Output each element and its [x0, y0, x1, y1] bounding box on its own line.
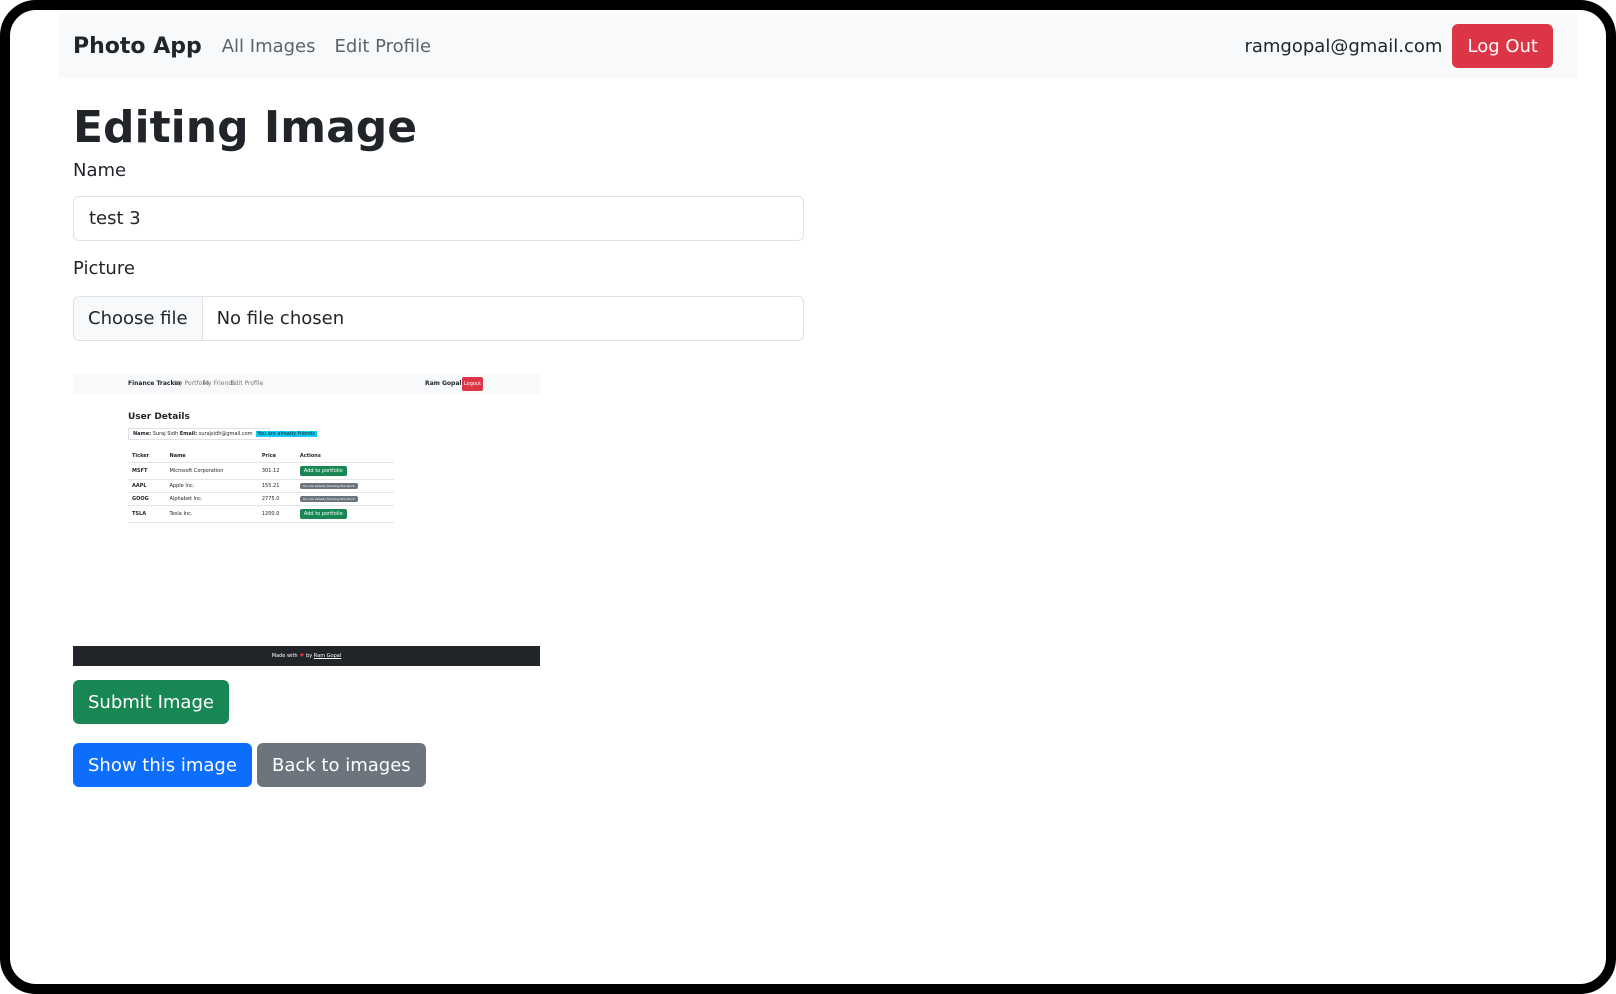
bottom-divider — [22, 984, 1602, 986]
preview-table-row: TSLA Tesla Inc. 1200.0 Add to portfolio — [128, 505, 394, 523]
app-window: Photo App All Images Edit Profile ramgop… — [0, 0, 1616, 994]
user-email: ramgopal@gmail.com — [1244, 35, 1443, 57]
image-preview: Finance Tracker My Portfolio My Friends … — [73, 374, 540, 666]
preview-title: User Details — [128, 412, 190, 422]
name-input[interactable]: test 3 — [73, 196, 804, 241]
preview-user: Ram Gopal — [425, 380, 462, 387]
preview-cell-ticker: TSLA — [128, 505, 166, 523]
preview-tracking-badge: You are already tracking this stock — [299, 496, 358, 502]
preview-logout-button: Logout — [462, 377, 483, 391]
preview-table-row: GOOG Alphabet Inc. 2775.0 You are already t… — [128, 492, 394, 506]
file-status: No file chosen — [216, 308, 345, 329]
preview-tracking-badge: You are already tracking this stock — [299, 483, 358, 489]
navbar: Photo App All Images Edit Profile ramgop… — [59, 14, 1577, 78]
submit-image-button[interactable]: Submit Image — [73, 680, 229, 724]
preview-add-button: Add to portfolio — [299, 466, 347, 476]
preview-nav-link: Edit Profile — [231, 380, 264, 387]
preview-cell-price: 155.21 — [257, 479, 296, 493]
nav-link-all-images[interactable]: All Images — [222, 36, 316, 57]
name-label: Name — [73, 160, 127, 181]
page-title: Editing Image — [73, 102, 418, 153]
preview-cell-price: 301.12 — [257, 462, 296, 480]
preview-user-email: surajsidh@gmail.com — [198, 431, 253, 437]
preview-table-header: Ticker Name Price Actions — [128, 450, 394, 463]
preview-cell-name: Apple Inc. — [165, 479, 258, 493]
preview-user-name: Suraj Sidh — [152, 431, 179, 437]
nav-link-edit-profile[interactable]: Edit Profile — [335, 36, 432, 57]
show-image-button[interactable]: Show this image — [73, 743, 252, 787]
preview-friend-badge: You are already friends — [255, 431, 317, 437]
preview-cell-action: Add to portfolio — [295, 462, 394, 480]
preview-navbar: Finance Tracker My Portfolio My Friends … — [73, 374, 540, 394]
preview-cell-name: Microsoft Corporation — [165, 462, 258, 480]
choose-file-button[interactable]: Choose file — [74, 297, 203, 340]
preview-table-row: MSFT Microsoft Corporation 301.12 Add to po… — [128, 462, 394, 480]
preview-cell-action: You are already tracking this stock — [295, 492, 394, 506]
preview-col-actions: Actions — [295, 450, 394, 463]
preview-cell-price: 1200.0 — [257, 505, 296, 523]
preview-footer: Made with ♥ by Ram Gopal — [73, 646, 540, 666]
logout-button[interactable]: Log Out — [1452, 24, 1553, 68]
picture-label: Picture — [73, 258, 135, 279]
brand-logo[interactable]: Photo App — [73, 34, 202, 59]
preview-footer-by: by — [306, 653, 313, 659]
preview-cell-action: Add to portfolio — [295, 505, 394, 523]
picture-file-input[interactable]: Choose file No file chosen — [73, 296, 804, 341]
preview-add-button: Add to portfolio — [299, 509, 347, 519]
preview-cell-ticker: GOOG — [128, 492, 166, 506]
preview-cell-name: Alphabet Inc. — [165, 492, 258, 506]
navbar-right: ramgopal@gmail.com Log Out — [1244, 24, 1553, 68]
preview-cell-action: You are already tracking this stock — [295, 479, 394, 493]
preview-name-label: Name: — [133, 431, 152, 437]
preview-cell-name: Tesla Inc. — [165, 505, 258, 523]
preview-table-row: AAPL Apple Inc. 155.21 You are already trac… — [128, 479, 394, 493]
preview-email-label: Email: — [179, 431, 198, 437]
preview-cell-ticker: MSFT — [128, 462, 166, 480]
name-input-value: test 3 — [89, 208, 141, 229]
heart-icon: ♥ — [299, 653, 305, 659]
preview-cell-price: 2775.0 — [257, 492, 296, 506]
preview-footer-author: Ram Gopal — [313, 653, 342, 659]
back-to-images-button[interactable]: Back to images — [257, 743, 426, 787]
preview-col-ticker: Ticker — [128, 450, 166, 463]
preview-user-details: Name: Suraj Sidh Email: surajsidh@gmail.… — [128, 428, 317, 440]
preview-col-price: Price — [257, 450, 296, 463]
preview-col-name: Name — [165, 450, 258, 463]
preview-cell-ticker: AAPL — [128, 479, 166, 493]
preview-table: Ticker Name Price Actions MSFT Microsoft … — [128, 450, 394, 523]
preview-footer-text: Made with — [271, 653, 298, 659]
